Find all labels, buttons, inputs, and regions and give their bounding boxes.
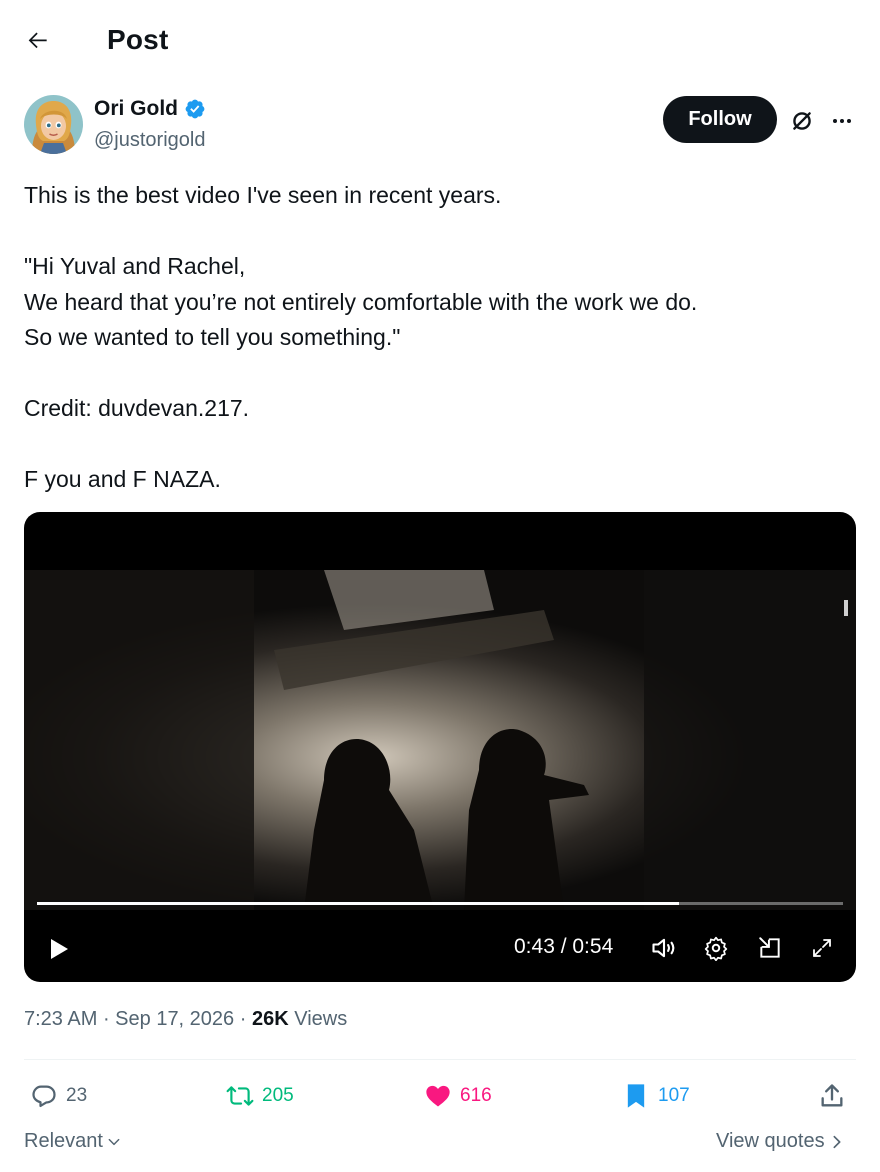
video-progress-fill — [37, 902, 679, 905]
meta-separator: · — [97, 1008, 116, 1030]
view-quotes-label: View quotes — [716, 1130, 825, 1152]
bookmark-count: 107 — [658, 1085, 690, 1106]
heart-icon — [424, 1082, 452, 1110]
like-count: 616 — [460, 1085, 492, 1106]
video-time: 0:43 / 0:54 — [514, 935, 614, 958]
fullscreen-icon — [813, 939, 831, 957]
share-icon — [818, 1082, 846, 1110]
volume-icon — [652, 938, 675, 958]
play-button[interactable] — [44, 934, 74, 964]
view-quotes-link[interactable]: View quotes — [716, 1130, 843, 1153]
picture-in-picture-icon — [759, 937, 780, 958]
bookmark-icon — [622, 1082, 650, 1110]
post-line: This is the best video I've seen in rece… — [24, 182, 502, 208]
reply-button[interactable]: 23 — [30, 1080, 87, 1112]
follow-button[interactable]: Follow — [663, 96, 777, 143]
meta-separator: · — [234, 1008, 252, 1030]
post-line: ​ — [24, 427, 854, 463]
post-line: So we wanted to tell you something." — [24, 324, 401, 350]
post-time[interactable]: 7:23 AM — [24, 1008, 97, 1031]
chevron-right-icon — [833, 1135, 841, 1148]
repost-button[interactable]: 205 — [226, 1080, 294, 1112]
post-text: This is the best video I've seen in rece… — [24, 178, 854, 498]
divider — [24, 1059, 856, 1060]
views-label: Views — [294, 1008, 348, 1030]
play-icon — [51, 939, 68, 959]
volume-button[interactable] — [648, 932, 680, 964]
gear-icon — [704, 936, 728, 961]
picture-in-picture-button[interactable] — [754, 932, 786, 964]
video-player[interactable]: 0:43 / 0:54 — [24, 512, 856, 982]
slashed-circle-icon — [793, 112, 811, 130]
post-line: We heard that you’re not entirely comfor… — [24, 288, 698, 315]
avatar[interactable] — [24, 95, 83, 154]
arrow-left-icon — [28, 32, 47, 49]
like-button[interactable]: 616 — [424, 1080, 492, 1112]
post-meta: 7:23 AM · Sep 17, 2026 · 26K Views — [24, 1008, 347, 1031]
share-button[interactable] — [818, 1080, 846, 1112]
fullscreen-button[interactable] — [806, 932, 838, 964]
verified-badge-icon — [184, 98, 206, 120]
repost-icon — [226, 1082, 254, 1110]
video-frame[interactable] — [24, 570, 856, 910]
bookmark-button[interactable]: 107 — [622, 1080, 690, 1112]
reply-count: 23 — [66, 1085, 88, 1106]
repost-count: 205 — [262, 1085, 294, 1106]
grok-button[interactable] — [786, 105, 818, 137]
sort-label: Relevant — [24, 1130, 103, 1152]
more-icon — [833, 119, 851, 123]
post-line: "Hi Yuval and Rachel, — [24, 253, 246, 279]
back-button[interactable] — [22, 24, 54, 56]
post-date[interactable]: Sep 17, 2026 — [115, 1008, 234, 1031]
post-line: F you and F NAZA. — [24, 466, 221, 492]
author-name[interactable]: Ori Gold — [94, 97, 178, 121]
settings-button[interactable] — [700, 932, 732, 964]
video-progress-bar[interactable] — [37, 902, 843, 905]
sort-replies-dropdown[interactable]: Relevant — [24, 1130, 121, 1153]
top-header: Post — [0, 0, 880, 80]
reply-icon — [30, 1082, 58, 1110]
page-title: Post — [107, 24, 169, 55]
post-line: Credit: duvdevan.217. — [24, 395, 250, 421]
author-handle[interactable]: @justorigold — [94, 129, 205, 152]
more-options-button[interactable] — [826, 105, 858, 137]
author-name-row: Ori Gold — [94, 97, 206, 121]
post-line: ​ — [24, 214, 854, 250]
chevron-down-icon — [108, 1138, 120, 1145]
post-line: ​ — [24, 356, 854, 392]
views-count: 26K — [251, 1008, 289, 1030]
